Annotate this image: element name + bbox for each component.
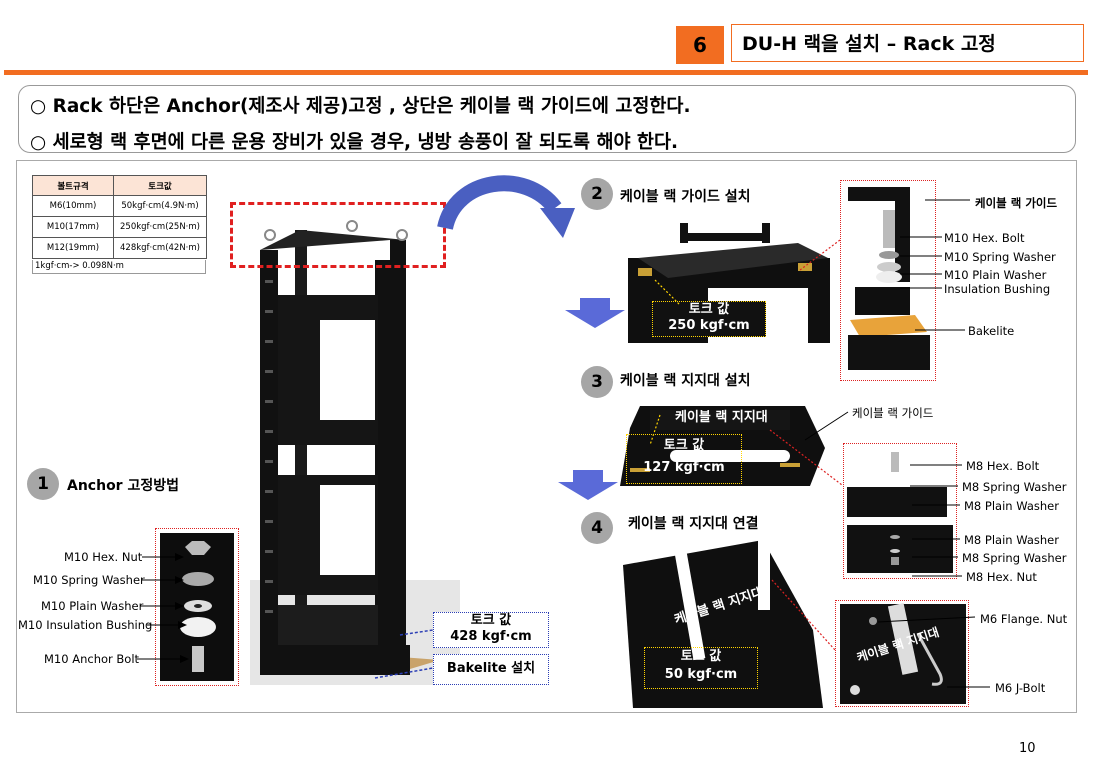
leader-lines-right [649,199,990,688]
page-number: 10 [1019,741,1036,756]
